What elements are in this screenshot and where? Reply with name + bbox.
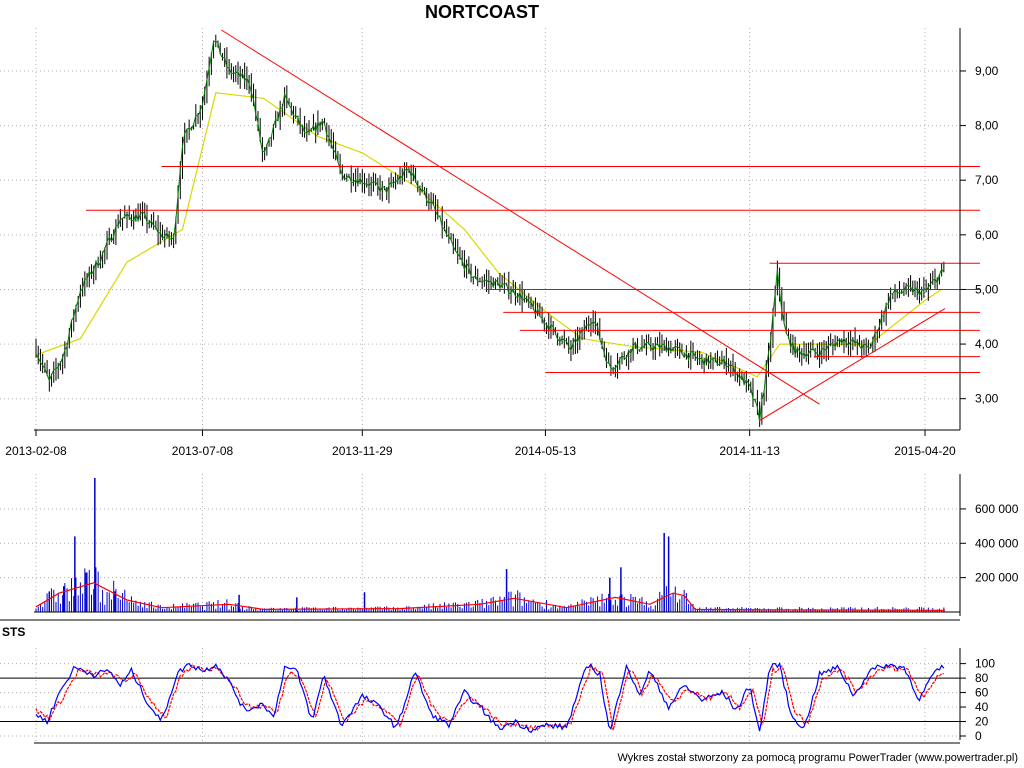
- volume-bars: [35, 478, 945, 612]
- price-x-tick-label: 2013-07-08: [172, 444, 234, 458]
- sts-title: STS: [2, 625, 25, 639]
- price-y-ticks: 9,00 8,00 7,00 6,00 5,00 4,00 3,00: [960, 64, 999, 406]
- price-y-tick-label: 7,00: [975, 173, 999, 187]
- sts-y-tick-label: 0: [975, 729, 982, 743]
- chart-root: NORTCOAST 9,00 8,00 7,00 6,00 5,00 4,00 3,00 2…: [0, 2, 1019, 764]
- price-panel: 9,008,007,006,005,004,003,00 2013-02-08 2…: [0, 28, 999, 458]
- sts-y-tick-label: 20: [975, 715, 989, 729]
- price-plot-area: [34, 28, 960, 430]
- price-y-tick-label: 8,00: [975, 119, 999, 133]
- volume-panel: 600 000 400 000 200 000: [0, 474, 1019, 616]
- footer-credit: Wykres został stworzony za pomocą progra…: [617, 752, 1018, 764]
- price-x-tick-label: 2013-11-29: [332, 444, 393, 458]
- price-x-ticks: 2013-02-08 2013-07-08 2013-11-29 2014-05-13…: [5, 430, 956, 458]
- sts-y-tick-label: 60: [975, 686, 989, 700]
- sts-y-tick-label: 40: [975, 700, 989, 714]
- price-y-tick-label: 5,00: [975, 282, 999, 296]
- sts-reference-lines: [0, 677, 960, 723]
- price-x-tick-label: 2013-02-08: [5, 444, 67, 458]
- price-x-tick-label: 2014-11-13: [719, 444, 780, 458]
- volume-y-tick-label: 400 000: [975, 536, 1019, 550]
- price-y-tick-label: 4,00: [975, 337, 999, 351]
- sts-y-tick-label: 100: [975, 657, 995, 671]
- volume-ma-polyline: [35, 582, 946, 611]
- volume-moving-average: [35, 582, 946, 611]
- price-x-tick-label: 2014-05-13: [515, 444, 577, 458]
- price-y-tick-label: 9,00: [975, 64, 999, 78]
- sts-y-tick-label: 80: [975, 671, 989, 685]
- price-y-tick-label: 3,00: [975, 392, 999, 406]
- sts-panel: STS 100806040200: [0, 619, 995, 744]
- sts-grid: [0, 648, 960, 743]
- volume-grid: [0, 474, 960, 612]
- volume-y-ticks: 600 000 400 000 200 000: [960, 502, 1019, 585]
- price-x-tick-label: 2015-04-20: [894, 444, 956, 458]
- price-y-tick-label: 6,00: [975, 228, 999, 242]
- sts-y-ticks: 100806040200: [960, 657, 995, 743]
- volume-y-tick-label: 200 000: [975, 571, 1019, 585]
- chart-title: NORTCOAST: [425, 2, 539, 22]
- volume-y-tick-label: 600 000: [975, 502, 1019, 516]
